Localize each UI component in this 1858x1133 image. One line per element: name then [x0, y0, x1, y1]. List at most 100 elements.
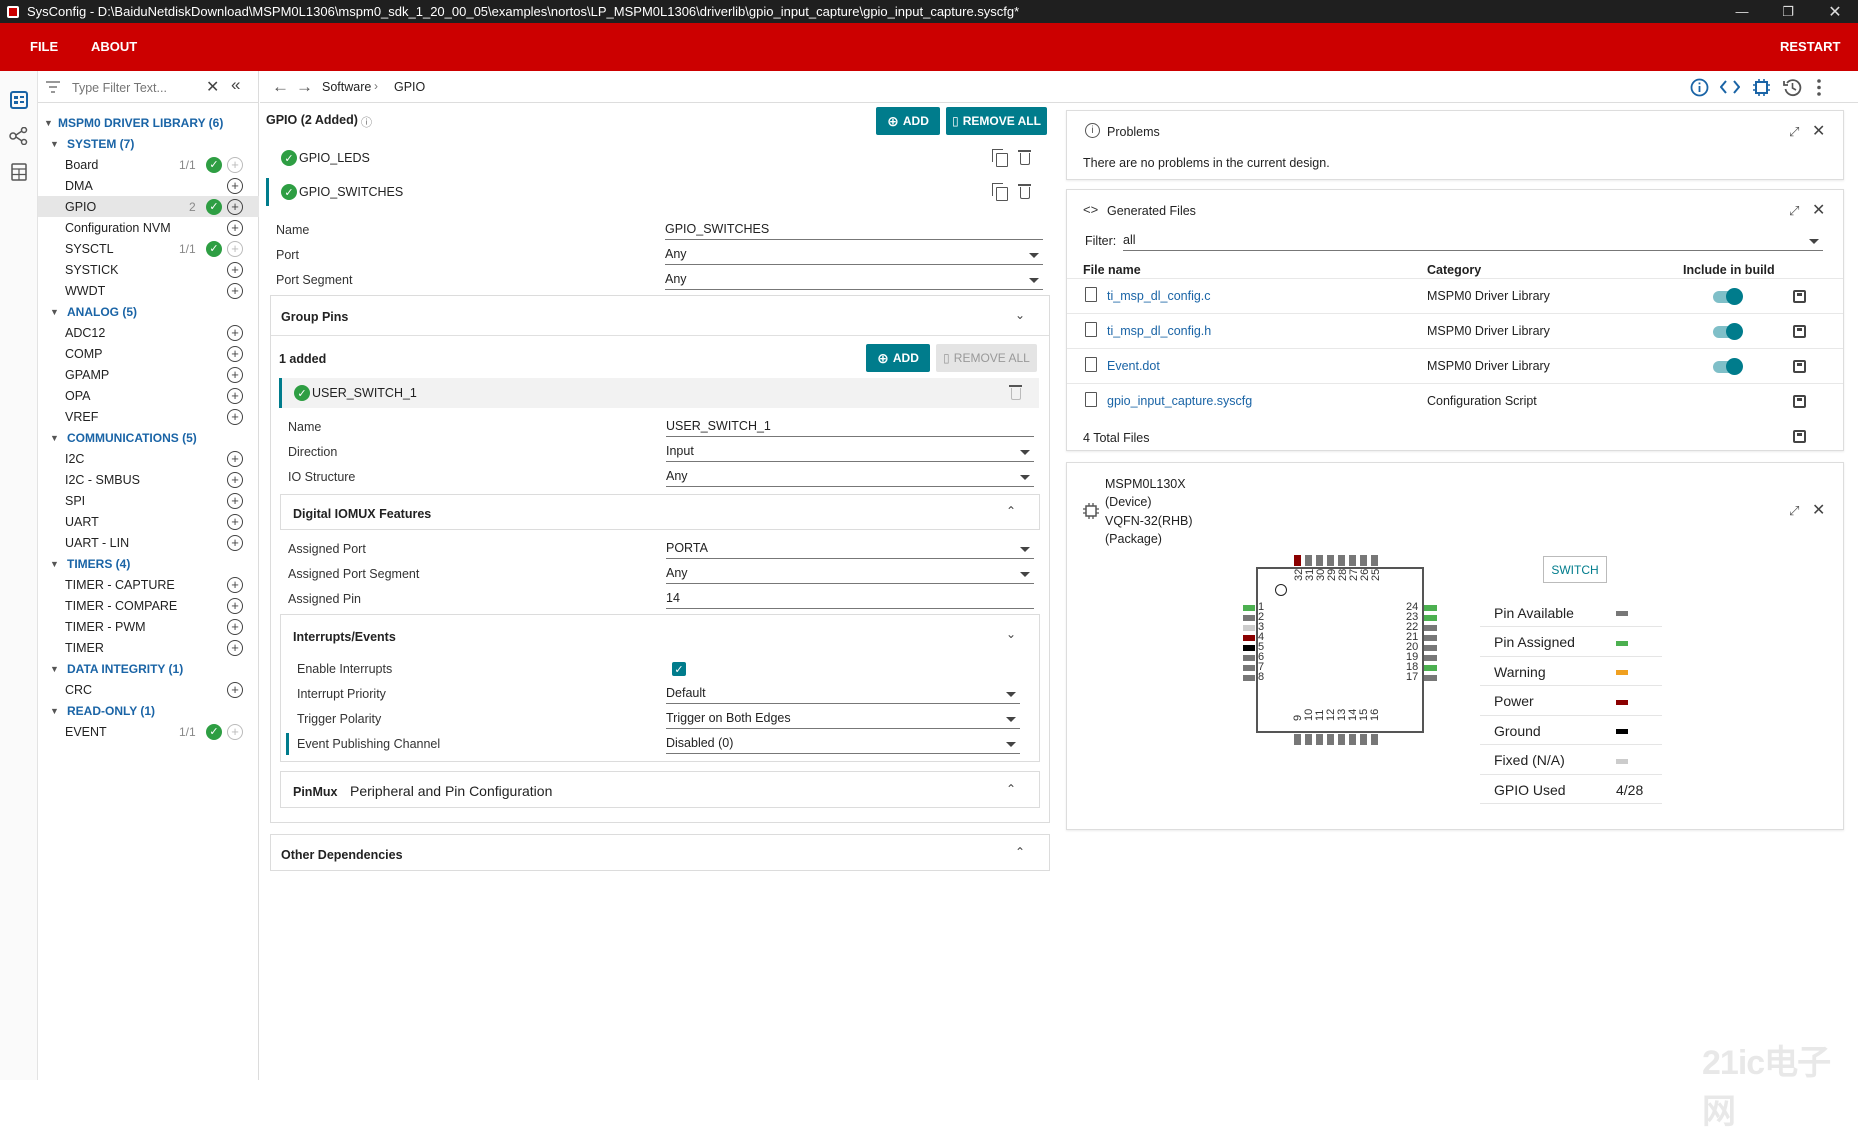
chip-pin-left[interactable]	[1243, 635, 1255, 641]
add-icon[interactable]: +	[227, 156, 243, 173]
add-icon[interactable]: +	[227, 471, 243, 488]
add-icon[interactable]: +	[227, 534, 243, 551]
iomux-title[interactable]: Digital IOMUX Features	[293, 507, 431, 521]
add-icon[interactable]: +	[227, 492, 243, 509]
include-toggle[interactable]	[1713, 358, 1743, 375]
include-toggle[interactable]	[1713, 288, 1743, 305]
tree-category-integrity[interactable]: ▼ DATA INTEGRITY (1)	[38, 658, 259, 679]
group-pins-title[interactable]: Group Pins	[281, 310, 348, 324]
chip-pin-top[interactable]	[1316, 555, 1323, 566]
chip-pin-top[interactable]	[1294, 555, 1301, 566]
tree-item-uart[interactable]: UART +	[38, 511, 259, 532]
pinmux-title[interactable]: Peripheral and Pin Configuration	[350, 783, 552, 799]
clear-filter-icon[interactable]: ✕	[206, 77, 219, 97]
add-icon[interactable]: +	[227, 597, 243, 614]
tree-category-comms[interactable]: ▼ COMMUNICATIONS (5)	[38, 427, 259, 448]
chip-pin-right[interactable]	[1424, 655, 1437, 661]
tree-item-opa[interactable]: OPA +	[38, 385, 259, 406]
add-gpio-button[interactable]: ⊕ ADD	[876, 107, 940, 135]
tree-item-timer[interactable]: TIMER +	[38, 637, 259, 658]
add-icon[interactable]: +	[227, 450, 243, 467]
add-icon[interactable]: +	[227, 366, 243, 383]
event-publishing-select[interactable]: Disabled (0)	[666, 734, 1020, 754]
pin-name-field[interactable]: USER_SWITCH_1	[666, 417, 1034, 437]
add-icon[interactable]: +	[227, 681, 243, 698]
menu-file[interactable]: FILE	[30, 39, 58, 54]
info-icon[interactable]	[1690, 78, 1709, 97]
trigger-polarity-select[interactable]: Trigger on Both Edges	[666, 709, 1020, 729]
chevron-down-icon[interactable]: ⌄	[1006, 627, 1016, 641]
chip-pin-left[interactable]	[1243, 645, 1255, 651]
add-icon[interactable]: +	[227, 240, 243, 257]
copy-icon[interactable]	[992, 183, 1008, 201]
copy-icon[interactable]	[992, 149, 1008, 167]
tree-item-sysctl[interactable]: SYSCTL 1/1 ✓ +	[38, 238, 259, 259]
save-icon[interactable]	[1793, 395, 1806, 408]
forward-arrow-icon[interactable]: →	[296, 77, 313, 97]
tree-item-gpio[interactable]: GPIO 2 ✓ +	[38, 196, 259, 217]
tree-item-adc12[interactable]: ADC12 +	[38, 322, 259, 343]
tree-item-gpamp[interactable]: GPAMP +	[38, 364, 259, 385]
tree-item-systick[interactable]: SYSTICK +	[38, 259, 259, 280]
chip-pin-bottom[interactable]	[1327, 734, 1334, 745]
tree-item-uart-lin[interactable]: UART - LIN +	[38, 532, 259, 553]
add-icon[interactable]: +	[227, 576, 243, 593]
back-arrow-icon[interactable]: ←	[272, 77, 289, 97]
tree-item-spi[interactable]: SPI +	[38, 490, 259, 511]
tree-category-readonly[interactable]: ▼ READ-ONLY (1)	[38, 700, 259, 721]
chip-pin-right[interactable]	[1424, 665, 1437, 671]
code-view-icon[interactable]	[1720, 79, 1740, 95]
chip-pin-left[interactable]	[1243, 665, 1255, 671]
chip-pin-bottom[interactable]	[1360, 734, 1367, 745]
add-icon[interactable]: +	[227, 219, 243, 236]
save-icon[interactable]	[1793, 290, 1806, 303]
chip-pin-bottom[interactable]	[1316, 734, 1323, 745]
chip-pin-top[interactable]	[1327, 555, 1334, 566]
tree-item-crc[interactable]: CRC +	[38, 679, 259, 700]
restore-button[interactable]: ❐	[1768, 0, 1808, 23]
history-icon[interactable]	[1783, 78, 1802, 97]
add-icon[interactable]: +	[227, 639, 243, 656]
add-icon[interactable]: +	[227, 198, 243, 215]
tree-item-dma[interactable]: DMA +	[38, 175, 259, 196]
save-icon[interactable]	[1793, 325, 1806, 338]
close-icon[interactable]: ✕	[1812, 500, 1825, 520]
port-select[interactable]: Any	[665, 245, 1043, 265]
tree-item-board[interactable]: Board 1/1 ✓ +	[38, 154, 259, 175]
file-name-link[interactable]: gpio_input_capture.syscfg	[1107, 394, 1252, 408]
expand-icon[interactable]: ⤢	[1789, 124, 1799, 140]
delete-icon[interactable]	[1018, 184, 1031, 199]
calculator-icon[interactable]	[6, 159, 32, 185]
add-icon[interactable]: +	[227, 177, 243, 194]
tree-item-timer-capture[interactable]: TIMER - CAPTURE +	[38, 574, 259, 595]
file-name-link[interactable]: ti_msp_dl_config.h	[1107, 324, 1211, 338]
help-icon[interactable]: ⓘ	[361, 114, 372, 130]
save-icon[interactable]	[1793, 360, 1806, 373]
chip-pin-bottom[interactable]	[1349, 734, 1356, 745]
tree-item-vref[interactable]: VREF +	[38, 406, 259, 427]
file-name-link[interactable]: ti_msp_dl_config.c	[1107, 289, 1211, 303]
device-view-icon[interactable]	[1752, 78, 1771, 97]
chevron-up-icon[interactable]: ⌃	[1015, 845, 1025, 859]
tree-item-timer-pwm[interactable]: TIMER - PWM +	[38, 616, 259, 637]
add-icon[interactable]: +	[227, 513, 243, 530]
chip-pin-bottom[interactable]	[1371, 734, 1378, 745]
close-icon[interactable]: ✕	[1812, 121, 1825, 141]
add-icon[interactable]: +	[227, 387, 243, 404]
chip-pin-top[interactable]	[1349, 555, 1356, 566]
add-icon[interactable]: +	[227, 282, 243, 299]
chip-pin-left[interactable]	[1243, 615, 1255, 621]
tree-item-timer-compare[interactable]: TIMER - COMPARE +	[38, 595, 259, 616]
close-window-button[interactable]: ✕	[1815, 0, 1855, 23]
menu-about[interactable]: ABOUT	[91, 39, 137, 54]
config-view-icon[interactable]	[6, 87, 32, 113]
interrupt-priority-select[interactable]: Default	[666, 684, 1020, 704]
include-toggle[interactable]	[1713, 323, 1743, 340]
assigned-pin-field[interactable]: 14	[666, 589, 1034, 609]
save-all-icon[interactable]	[1793, 430, 1806, 443]
pin-instance-user-switch[interactable]: ✓ USER_SWITCH_1	[279, 378, 1039, 408]
restart-button[interactable]: RESTART	[1780, 39, 1840, 54]
tree-item-i2c[interactable]: I2C +	[38, 448, 259, 469]
tree-item-i2c-smbus[interactable]: I2C - SMBUS +	[38, 469, 259, 490]
collapse-panel-icon[interactable]: «	[231, 75, 240, 95]
